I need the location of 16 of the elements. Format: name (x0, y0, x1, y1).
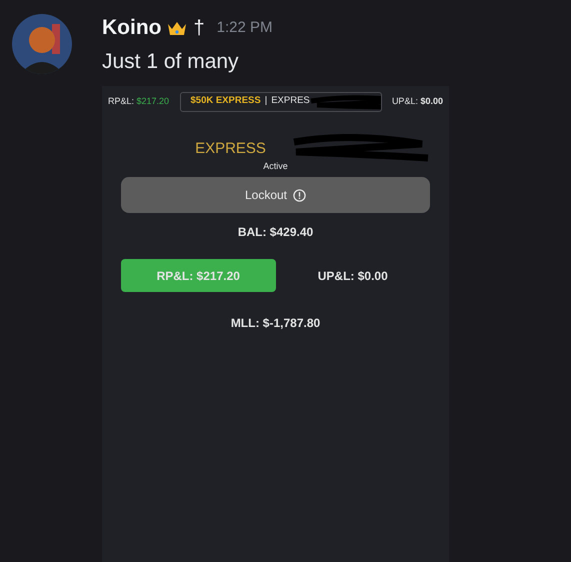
username[interactable]: Koino (102, 12, 162, 44)
account-selector[interactable]: $50K EXPRESS | EXPRES (180, 92, 382, 112)
balance-label: BAL: $429.40 (236, 224, 314, 241)
pnl-tab[interactable]: UP&L: $0.00 (276, 259, 430, 292)
redaction-scribble (308, 94, 380, 110)
info-icon (293, 188, 306, 202)
crown-icon (167, 20, 188, 36)
lockout-button[interactable]: Lockout (121, 177, 430, 213)
upl-reading: UP&L: $0.00 (392, 94, 443, 108)
dagger-symbol: † (193, 16, 205, 41)
mll-label: MLL: $-1,787.80 (230, 315, 322, 332)
rpl-reading: RP&L: $217.20 (108, 94, 170, 108)
timestamp: 1:22 PM (216, 18, 272, 38)
status-label: Active (262, 160, 289, 172)
message-text: Just 1 of many (102, 49, 240, 75)
account-name: EXPRESS (195, 138, 266, 158)
